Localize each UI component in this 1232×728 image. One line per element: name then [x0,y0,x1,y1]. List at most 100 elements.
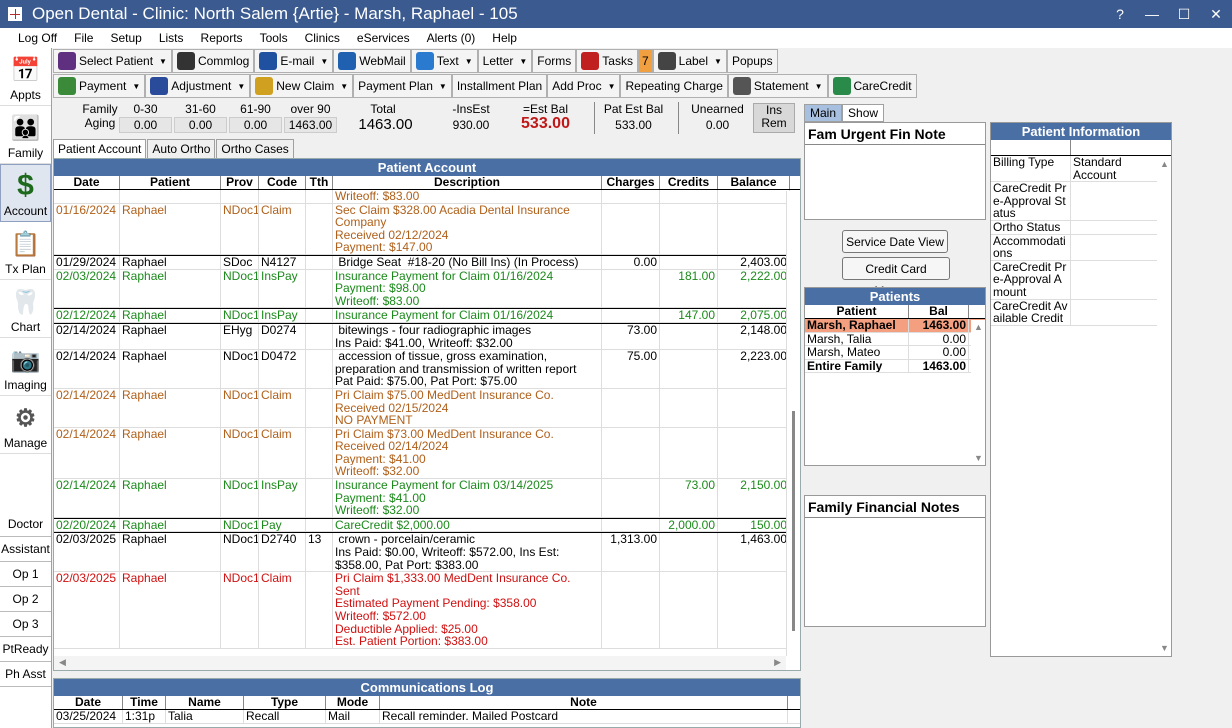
ins-rem-button[interactable]: Ins Rem [753,103,795,133]
patinfo-row[interactable]: Billing Type Standard Account [991,156,1171,183]
col-balance[interactable]: Balance [718,176,790,189]
table-row[interactable]: 02/03/2025 Raphael NDoc1 Claim Pri Claim $1,… [54,572,800,649]
comm-col-note[interactable]: Note [380,696,788,709]
help-button[interactable]: ? [1104,0,1136,28]
table-row[interactable]: 02/14/2024 Raphael NDoc1 Claim Pri Claim $73… [54,427,800,480]
text-button[interactable]: Text ▼ [410,49,478,73]
installment-plan-button[interactable]: Installment Plan [451,74,548,98]
horizontal-scrollbar[interactable]: ◀ ▶ [54,656,786,670]
table-row[interactable]: 02/20/2024 Raphael NDoc1 Pay CareCredit $2,0… [54,517,800,533]
tab-main[interactable]: Main [804,104,843,122]
outlook-tx-plan[interactable]: 📋 Tx Plan [0,222,51,280]
op-op-1-button[interactable]: Op 1 [0,562,51,587]
table-row[interactable]: 02/14/2024 Raphael EHyg D0274 bitewings - f… [54,322,800,351]
statement-button[interactable]: Statement ▼ [727,74,828,98]
menu-tools[interactable]: Tools [252,31,297,45]
minimize-button[interactable]: — [1136,0,1168,28]
patient-row[interactable]: Marsh, Talia 0.00 [805,332,985,347]
patient-row[interactable]: Marsh, Mateo 0.00 [805,346,985,360]
col-credits[interactable]: Credits [660,176,718,189]
vertical-scrollbar[interactable] [786,191,800,656]
maximize-button[interactable]: ☐ [1168,0,1200,28]
new-claim-button[interactable]: New Claim ▼ [250,74,354,98]
patinfo-row[interactable]: CareCredit Available Credit [991,299,1171,326]
credit-card-manage-button[interactable]: Credit Card Manage [842,257,950,298]
adjustment-button[interactable]: Adjustment ▼ [145,74,251,98]
op-op-3-button[interactable]: Op 3 [0,612,51,637]
col-charges[interactable]: Charges [602,176,660,189]
patients-scrollbar[interactable]: ▲ ▼ [971,320,985,465]
menu-eservices[interactable]: eServices [349,31,419,45]
table-row[interactable]: 02/14/2024 Raphael NDoc1 Claim Pri Claim $75… [54,388,800,428]
tasks-button[interactable]: Tasks [576,49,638,73]
col-date[interactable]: Date [54,176,120,189]
popups-button[interactable]: Popups [726,49,778,73]
op-doctor-button[interactable]: Doctor [0,512,51,537]
outlook-account[interactable]: $ Account [0,164,51,222]
patient-row[interactable]: Marsh, Raphael 1463.00 [805,319,985,333]
select-patient-button[interactable]: Select Patient ▼ [53,49,172,73]
table-row[interactable]: 02/14/2024 Raphael NDoc1 D0472 accession of… [54,350,800,389]
tab-ortho-cases[interactable]: Ortho Cases [216,139,294,158]
menu-lists[interactable]: Lists [151,31,193,45]
menu-file[interactable]: File [66,31,102,45]
menu-reports[interactable]: Reports [193,31,252,45]
op-assistant-button[interactable]: Assistant [0,537,51,562]
commlog-button[interactable]: Commlog [171,49,255,73]
menu-alerts-0[interactable]: Alerts (0) [419,31,485,45]
carecredit-button[interactable]: CareCredit [827,74,917,98]
patients-col-bal[interactable]: Bal [909,305,969,318]
menu-clinics[interactable]: Clinics [297,31,349,45]
menu-help[interactable]: Help [484,31,526,45]
tab-show[interactable]: Show [842,104,885,122]
patinfo-row[interactable]: Accommodations [991,234,1171,261]
outlook-family[interactable]: 👪 Family [0,106,51,164]
table-row[interactable]: 02/03/2024 Raphael NDoc1 InsPay Insurance Pa… [54,269,800,309]
col-description[interactable]: Description [333,176,602,189]
menu-log-off[interactable]: Log Off [10,31,66,45]
col-prov[interactable]: Prov [221,176,259,189]
service-date-view-button[interactable]: Service Date View [842,230,948,253]
col-patient[interactable]: Patient [120,176,221,189]
table-row[interactable]: 01/16/2024 Raphael NDoc1 Claim Sec Claim $32… [54,203,800,255]
outlook-imaging[interactable]: 📷 Imaging [0,338,51,396]
op-ptready-button[interactable]: PtReady [0,637,51,662]
patinfo-row[interactable]: CareCredit Pre-Approval Status [991,182,1171,221]
patinfo-row[interactable]: CareCredit Pre-Approval Amount [991,260,1171,300]
repeating-charge-button[interactable]: Repeating Charge [620,74,728,98]
op-ph-asst-button[interactable]: Ph Asst [0,662,51,687]
patinfo-scrollbar[interactable]: ▲ ▼ [1157,157,1171,655]
col-code[interactable]: Code [259,176,306,189]
tasks-badge[interactable]: 7 [637,49,653,73]
label-button[interactable]: Label ▼ [652,49,727,73]
table-row[interactable]: Writeoff: $83.00 [54,190,800,204]
comm-col-mode[interactable]: Mode [326,696,380,709]
payment-plan-button[interactable]: Payment Plan ▼ [353,74,452,98]
table-row[interactable]: 02/03/2025 Raphael NDoc1 D2740 13 crown - po… [54,532,800,573]
payment-button[interactable]: Payment ▼ [53,74,146,98]
patients-col-patient[interactable]: Patient [805,305,909,318]
comm-col-type[interactable]: Type [244,696,326,709]
e-mail-button[interactable]: E-mail ▼ [254,49,334,73]
outlook-appts[interactable]: 📅 Appts [0,48,51,106]
menu-setup[interactable]: Setup [102,31,150,45]
outlook-chart[interactable]: 🦷 Chart [0,280,51,338]
table-row[interactable]: 01/29/2024 Raphael SDoc N4127 Bridge Seat #… [54,254,800,270]
forms-button[interactable]: Forms [532,49,577,73]
table-row[interactable]: 02/14/2024 Raphael NDoc1 InsPay Insurance Pa… [54,479,800,518]
comm-col-name[interactable]: Name [166,696,244,709]
table-row[interactable]: 02/12/2024 Raphael NDoc1 InsPay Insurance Pa… [54,308,800,323]
comm-row[interactable]: 03/25/2024 1:31p Talia Recall Mail Recall rem… [54,710,800,724]
comm-col-date[interactable]: Date [54,696,123,709]
tab-patient-account[interactable]: Patient Account [53,139,147,158]
tab-auto-ortho[interactable]: Auto Ortho [147,139,216,158]
col-tth[interactable]: Tth [306,176,333,189]
patinfo-row[interactable]: Ortho Status [991,221,1171,235]
close-button[interactable]: ✕ [1200,0,1232,28]
add-proc-button[interactable]: Add Proc ▼ [547,74,621,98]
op-op-2-button[interactable]: Op 2 [0,587,51,612]
patient-row[interactable]: Entire Family 1463.00 [805,359,985,374]
webmail-button[interactable]: WebMail [333,49,411,73]
outlook-manage[interactable]: ⚙ Manage [0,396,51,454]
comm-col-time[interactable]: Time [123,696,166,709]
